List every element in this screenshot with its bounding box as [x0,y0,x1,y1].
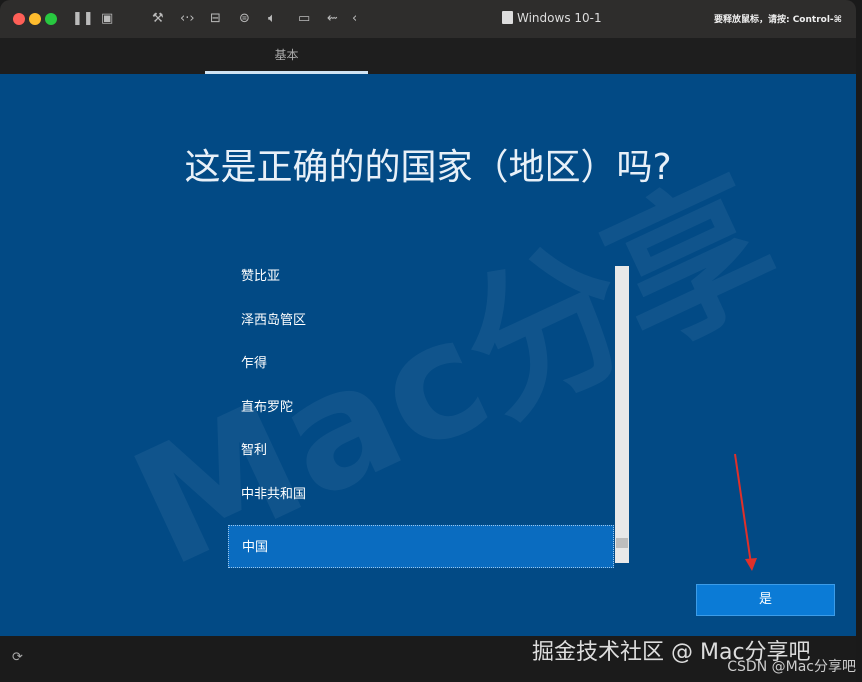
snapshot-icon[interactable]: ▣ [101,10,113,28]
csdn-watermark: CSDN @Mac分享吧 [727,656,856,676]
vm-icon [502,11,513,24]
camera-icon[interactable]: ⊜ [239,10,250,28]
close-button[interactable] [13,13,25,25]
setup-screen: Mac分享 这是正确的的国家（地区）吗? 赞比亚泽西岛管区乍得直布罗陀智利中非共… [0,74,856,636]
pause-icon[interactable]: ❚❚ [72,10,94,28]
settings-wrench-icon[interactable]: ⚒ [152,10,164,28]
release-mouse-hint: 要释放鼠标，请按: Control-⌘ [714,12,842,25]
chevron-left-icon[interactable]: ‹ [352,10,357,28]
minimize-button[interactable] [29,13,41,25]
sound-icon[interactable]: 🔈︎ [268,10,276,28]
network-icon[interactable]: ‹·› [180,10,195,28]
red-arrow-annotation [0,74,856,636]
tab-basic[interactable]: 基本 [205,38,368,74]
usb-icon[interactable]: ⇜ [327,10,338,28]
video-icon[interactable]: ▭ [298,10,310,28]
disk-icon[interactable]: ⊟ [210,10,221,28]
window-title: Windows 10-1 [517,11,602,25]
vm-titlebar: ❚❚ ▣ ⚒ ‹·› ⊟ ⊜ 🔈︎ ▭ ⇜ ‹ Windows 10-1 要释放… [0,0,856,38]
zoom-button[interactable] [45,13,57,25]
tab-bar: 基本 [0,38,856,74]
accessibility-icon[interactable]: ⟳ [12,650,23,665]
